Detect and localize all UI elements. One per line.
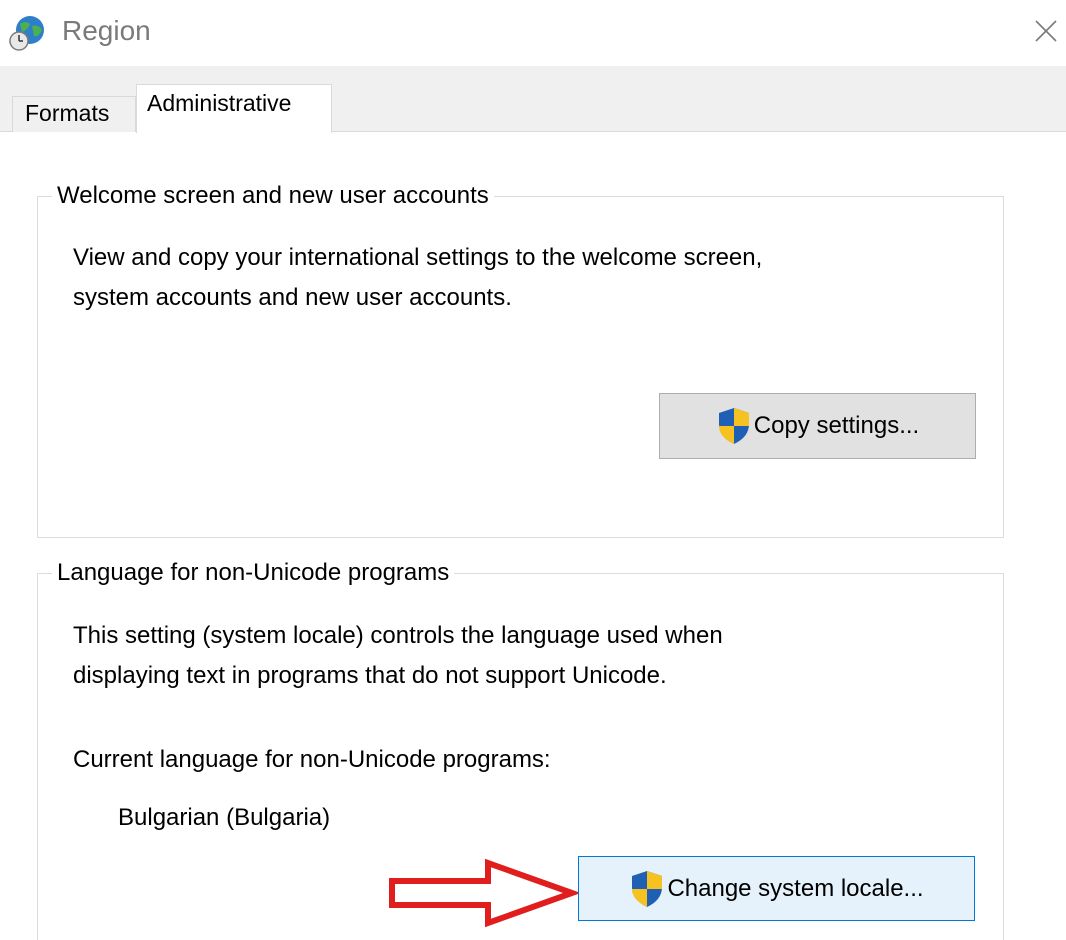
window-title: Region bbox=[62, 15, 151, 46]
copy-settings-label: Copy settings... bbox=[753, 412, 920, 439]
close-button[interactable] bbox=[1026, 8, 1066, 54]
welcome-group-caption: Welcome screen and new user accounts bbox=[52, 181, 494, 211]
current-language-label: Current language for non-Unicode program… bbox=[73, 746, 551, 773]
locale-description-line2: displaying text in programs that do not … bbox=[73, 662, 667, 689]
locale-description-line1: This setting (system locale) controls th… bbox=[73, 622, 723, 649]
welcome-description-line2: system accounts and new user accounts. bbox=[73, 284, 512, 311]
change-system-locale-button[interactable]: Change system locale... bbox=[578, 856, 975, 921]
title-bar: Region bbox=[0, 0, 1066, 62]
tab-formats[interactable]: Formats bbox=[12, 96, 136, 132]
copy-settings-button[interactable]: Copy settings... bbox=[659, 393, 976, 459]
uac-shield-icon bbox=[632, 870, 663, 907]
globe-clock-icon bbox=[9, 16, 44, 51]
red-arrow-annotation bbox=[389, 858, 578, 928]
tab-administrative[interactable]: Administrative bbox=[136, 84, 332, 133]
region-dialog: Region Formats Administrative Welcome sc… bbox=[0, 0, 1066, 940]
uac-shield-icon bbox=[718, 408, 749, 444]
close-icon bbox=[1035, 20, 1057, 42]
welcome-description-line1: View and copy your international setting… bbox=[73, 244, 763, 271]
change-system-locale-label: Change system locale... bbox=[667, 874, 924, 902]
current-language-value: Bulgarian (Bulgaria) bbox=[118, 804, 331, 831]
non-unicode-group-caption: Language for non-Unicode programs bbox=[52, 558, 455, 588]
